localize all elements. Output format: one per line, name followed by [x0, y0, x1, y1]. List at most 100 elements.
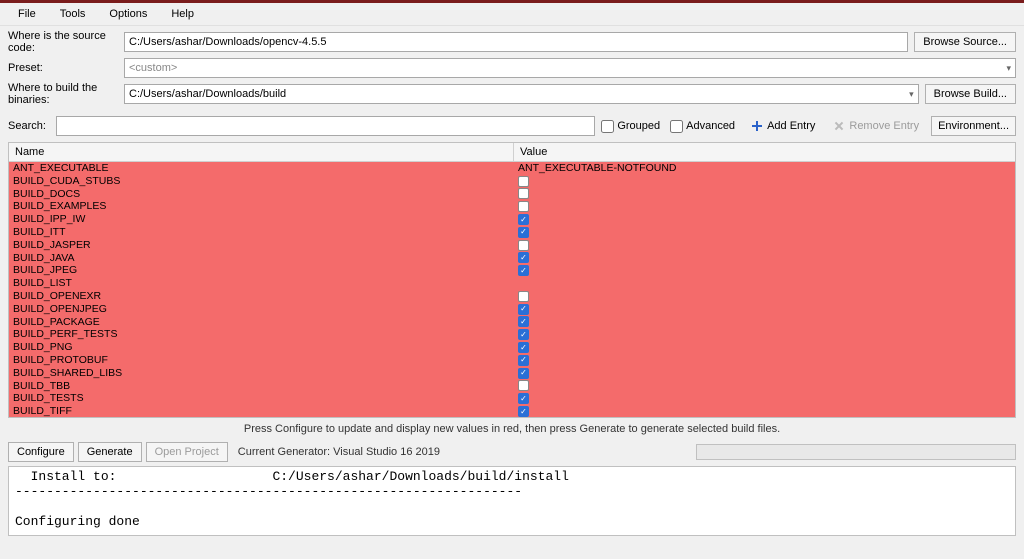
menu-file[interactable]: File: [6, 5, 48, 23]
configure-button[interactable]: Configure: [8, 442, 74, 462]
environment-button[interactable]: Environment...: [931, 116, 1016, 136]
column-header-value[interactable]: Value: [514, 143, 1015, 161]
entry-value[interactable]: [514, 342, 1015, 353]
checkbox-icon[interactable]: [518, 316, 529, 327]
checkbox-icon[interactable]: [518, 406, 529, 417]
table-body[interactable]: ANT_EXECUTABLEANT_EXECUTABLE-NOTFOUNDBUI…: [9, 162, 1015, 417]
entry-value[interactable]: [514, 265, 1015, 276]
entry-name: BUILD_TIFF: [9, 405, 514, 417]
entry-value[interactable]: [514, 201, 1015, 212]
entry-value[interactable]: [514, 316, 1015, 327]
checkbox-icon[interactable]: [518, 291, 529, 302]
entry-name: BUILD_LIST: [9, 277, 514, 290]
entry-value[interactable]: [514, 176, 1015, 187]
cache-table: Name Value ANT_EXECUTABLEANT_EXECUTABLE-…: [8, 142, 1016, 418]
advanced-checkbox-input[interactable]: [670, 120, 683, 133]
entry-value[interactable]: [514, 252, 1015, 263]
grouped-checkbox[interactable]: Grouped: [601, 120, 664, 133]
search-toolbar: Search: Grouped Advanced Add Entry Remov…: [0, 112, 1024, 142]
browse-build-button[interactable]: Browse Build...: [925, 84, 1016, 104]
checkbox-icon[interactable]: [518, 201, 529, 212]
table-row[interactable]: BUILD_SHARED_LIBS: [9, 367, 1015, 380]
entry-value[interactable]: [514, 304, 1015, 315]
checkbox-icon[interactable]: [518, 240, 529, 251]
table-row[interactable]: BUILD_JPEG: [9, 264, 1015, 277]
table-row[interactable]: BUILD_ITT: [9, 226, 1015, 239]
table-row[interactable]: BUILD_TESTS: [9, 392, 1015, 405]
preset-label: Preset:: [8, 62, 118, 74]
entry-value[interactable]: [514, 355, 1015, 366]
entry-value[interactable]: [514, 291, 1015, 302]
checkbox-icon[interactable]: [518, 176, 529, 187]
column-header-name[interactable]: Name: [9, 143, 514, 161]
entry-name: BUILD_PACKAGE: [9, 316, 514, 329]
current-generator-label: Current Generator: Visual Studio 16 2019: [238, 446, 440, 458]
entry-value[interactable]: [514, 188, 1015, 199]
menu-tools[interactable]: Tools: [48, 5, 98, 23]
table-row[interactable]: BUILD_JAVA: [9, 252, 1015, 265]
entry-name: BUILD_OPENJPEG: [9, 303, 514, 316]
table-row[interactable]: BUILD_PACKAGE: [9, 316, 1015, 329]
table-row[interactable]: BUILD_PNG: [9, 341, 1015, 354]
entry-value[interactable]: [514, 329, 1015, 340]
entry-value[interactable]: ANT_EXECUTABLE-NOTFOUND: [514, 162, 1015, 175]
progress-bar: [696, 444, 1016, 460]
x-icon: [833, 120, 845, 132]
checkbox-icon[interactable]: [518, 304, 529, 315]
advanced-checkbox[interactable]: Advanced: [670, 120, 739, 133]
table-row[interactable]: BUILD_TIFF: [9, 405, 1015, 417]
hint-text: Press Configure to update and display ne…: [0, 418, 1024, 440]
entry-value[interactable]: [514, 393, 1015, 404]
table-row[interactable]: BUILD_TBB: [9, 380, 1015, 393]
menu-options[interactable]: Options: [97, 5, 159, 23]
entry-value[interactable]: [514, 227, 1015, 238]
output-log[interactable]: Install to: C:/Users/ashar/Downloads/bui…: [8, 466, 1016, 536]
checkbox-icon[interactable]: [518, 214, 529, 225]
entry-value[interactable]: [514, 380, 1015, 391]
entry-name: BUILD_IPP_IW: [9, 213, 514, 226]
add-entry-button[interactable]: Add Entry: [745, 118, 821, 134]
entry-name: BUILD_JASPER: [9, 239, 514, 252]
browse-source-button[interactable]: Browse Source...: [914, 32, 1016, 52]
action-bar: Configure Generate Open Project Current …: [0, 440, 1024, 466]
build-path-combo[interactable]: C:/Users/ashar/Downloads/build ▾: [124, 84, 919, 104]
checkbox-icon[interactable]: [518, 329, 529, 340]
table-header: Name Value: [9, 143, 1015, 162]
table-row[interactable]: BUILD_PROTOBUF: [9, 354, 1015, 367]
path-form: Where is the source code: Browse Source.…: [0, 26, 1024, 112]
table-row[interactable]: BUILD_IPP_IW: [9, 213, 1015, 226]
preset-combo[interactable]: <custom> ▾: [124, 58, 1016, 78]
checkbox-icon[interactable]: [518, 265, 529, 276]
entry-value[interactable]: [514, 368, 1015, 379]
table-row[interactable]: BUILD_CUDA_STUBS: [9, 175, 1015, 188]
plus-icon: [751, 120, 763, 132]
generate-button[interactable]: Generate: [78, 442, 142, 462]
checkbox-icon[interactable]: [518, 380, 529, 391]
checkbox-icon[interactable]: [518, 393, 529, 404]
checkbox-icon[interactable]: [518, 188, 529, 199]
table-row[interactable]: BUILD_DOCS: [9, 188, 1015, 201]
table-row[interactable]: ANT_EXECUTABLEANT_EXECUTABLE-NOTFOUND: [9, 162, 1015, 175]
entry-value[interactable]: [514, 214, 1015, 225]
entry-name: BUILD_SHARED_LIBS: [9, 367, 514, 380]
checkbox-icon[interactable]: [518, 252, 529, 263]
menu-help[interactable]: Help: [159, 5, 206, 23]
entry-value[interactable]: [514, 240, 1015, 251]
checkbox-icon[interactable]: [518, 227, 529, 238]
entry-name: BUILD_TBB: [9, 380, 514, 393]
table-row[interactable]: BUILD_LIST: [9, 277, 1015, 290]
search-input[interactable]: [56, 116, 595, 136]
grouped-checkbox-input[interactable]: [601, 120, 614, 133]
grouped-checkbox-label: Grouped: [617, 120, 660, 132]
source-path-input[interactable]: [124, 32, 908, 52]
checkbox-icon[interactable]: [518, 368, 529, 379]
entry-value[interactable]: [514, 406, 1015, 417]
checkbox-icon[interactable]: [518, 355, 529, 366]
entry-name: BUILD_TESTS: [9, 392, 514, 405]
table-row[interactable]: BUILD_EXAMPLES: [9, 200, 1015, 213]
table-row[interactable]: BUILD_OPENEXR: [9, 290, 1015, 303]
table-row[interactable]: BUILD_PERF_TESTS: [9, 328, 1015, 341]
table-row[interactable]: BUILD_JASPER: [9, 239, 1015, 252]
checkbox-icon[interactable]: [518, 342, 529, 353]
table-row[interactable]: BUILD_OPENJPEG: [9, 303, 1015, 316]
